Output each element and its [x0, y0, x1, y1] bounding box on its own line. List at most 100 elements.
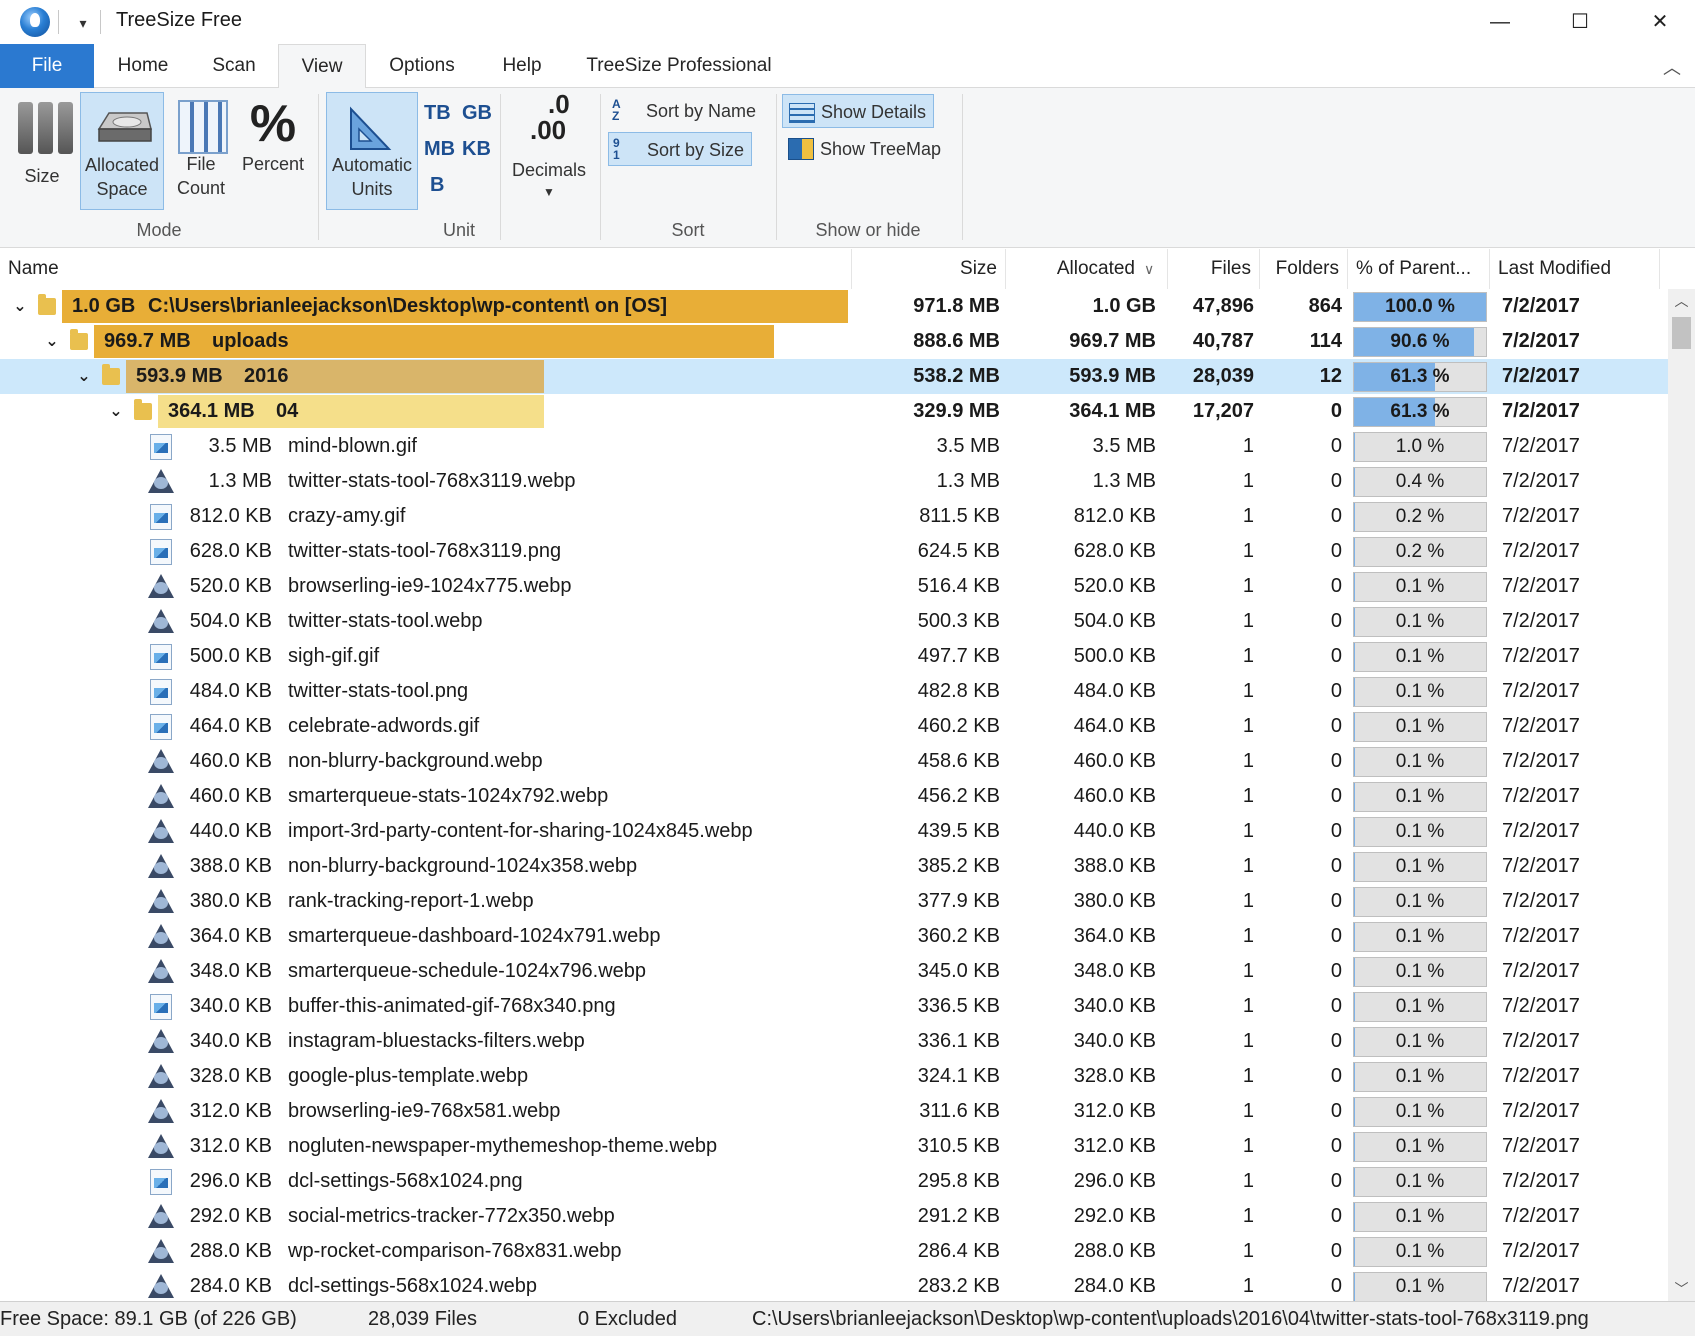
column-files[interactable]: Files — [1168, 249, 1260, 289]
tree-row-file[interactable]: 484.0 KB twitter-stats-tool.png 482.8 KB 48… — [0, 674, 1668, 709]
tree-row-file[interactable]: 500.0 KB sigh-gif.gif 497.7 KB 500.0 KB 1 0 0.… — [0, 639, 1668, 674]
tree-row-file[interactable]: 312.0 KB nogluten-newspaper-mythemeshop-t… — [0, 1129, 1668, 1164]
tree-row-file[interactable]: 312.0 KB browserling-ie9-768x581.webp 311.… — [0, 1094, 1668, 1129]
tab-help[interactable]: Help — [480, 44, 564, 88]
percent-button[interactable]: % Percent — [236, 92, 310, 212]
collapse-ribbon-icon[interactable]: ︿ — [1663, 54, 1681, 80]
unit-tb-button[interactable]: TB — [424, 102, 451, 125]
files-count: 1 — [1242, 540, 1254, 562]
tree-row-file[interactable]: 460.0 KB smarterqueue-stats-1024x792.webp… — [0, 779, 1668, 814]
minimize-button[interactable]: — — [1460, 0, 1540, 44]
tree-row-file[interactable]: 440.0 KB import-3rd-party-content-for-sha… — [0, 814, 1668, 849]
tab-scan[interactable]: Scan — [192, 44, 276, 88]
sort-by-size-button[interactable]: 91 Sort by Size — [608, 132, 752, 166]
file-size-label: 504.0 KB — [189, 610, 272, 632]
tree-row-file[interactable]: 340.0 KB buffer-this-animated-gif-768x340… — [0, 989, 1668, 1024]
size-value: 295.8 KB — [917, 1170, 1000, 1192]
allocated-value: 328.0 KB — [1073, 1065, 1156, 1087]
folders-count: 0 — [1330, 855, 1342, 877]
scroll-up-icon[interactable]: ︿ — [1668, 289, 1695, 313]
tab-home[interactable]: Home — [100, 44, 186, 88]
tree-row-file[interactable]: 288.0 KB wp-rocket-comparison-768x831.web… — [0, 1234, 1668, 1269]
file-size-label: 464.0 KB — [189, 715, 272, 737]
last-modified: 7/2/2017 — [1502, 1240, 1580, 1262]
tree-row-file[interactable]: 380.0 KB rank-tracking-report-1.webp 377.9… — [0, 884, 1668, 919]
chevron-down-icon[interactable]: ⌄ — [10, 289, 30, 324]
tree-row-folder[interactable]: ⌄ 1.0 GB C:\Users\brianleejackson\Desktop\… — [0, 289, 1668, 324]
tree-row-file[interactable]: 464.0 KB celebrate-adwords.gif 460.2 KB 464… — [0, 709, 1668, 744]
tab-options[interactable]: Options — [374, 44, 470, 88]
bars-icon — [18, 102, 76, 154]
folder-icon — [102, 364, 120, 385]
unit-gb-button[interactable]: GB — [462, 102, 492, 125]
size-value: 439.5 KB — [917, 820, 1000, 842]
column-percent[interactable]: % of Parent... — [1348, 249, 1490, 289]
folders-count: 0 — [1330, 750, 1342, 772]
allocated-space-button[interactable]: Allocated Space — [80, 92, 164, 210]
scroll-thumb[interactable] — [1672, 317, 1691, 349]
tree-row-file[interactable]: 628.0 KB twitter-stats-tool-768x3119.png 6… — [0, 534, 1668, 569]
tree-row-file[interactable]: 364.0 KB smarterqueue-dashboard-1024x791.… — [0, 919, 1668, 954]
tree-row-file[interactable]: 284.0 KB dcl-settings-568x1024.webp 283.2 … — [0, 1269, 1668, 1301]
app-logo-icon[interactable] — [20, 7, 50, 37]
show-treemap-button[interactable]: Show TreeMap — [782, 132, 952, 166]
file-size-label: 328.0 KB — [189, 1065, 272, 1087]
chevron-down-icon[interactable]: ⌄ — [74, 359, 94, 394]
chevron-down-icon[interactable]: ⌄ — [106, 394, 126, 429]
show-details-button[interactable]: Show Details — [782, 94, 934, 128]
tree-row-file[interactable]: 292.0 KB social-metrics-tracker-772x350.w… — [0, 1199, 1668, 1234]
sort-by-name-button[interactable]: AZ Sort by Name — [608, 94, 768, 128]
close-button[interactable]: ✕ — [1620, 0, 1695, 44]
tree-row-file[interactable]: 520.0 KB browserling-ie9-1024x775.webp 516… — [0, 569, 1668, 604]
percent-value: 1.0 % — [1395, 436, 1445, 457]
tree-row-folder[interactable]: ⌄ 364.1 MB 04 329.9 MB 364.1 MB 17,207 0 61.3 %… — [0, 394, 1668, 429]
chevron-down-icon[interactable]: ⌄ — [42, 324, 62, 359]
column-last-modified[interactable]: Last Modified — [1490, 249, 1660, 289]
files-count: 1 — [1242, 785, 1254, 807]
allocated-value: 284.0 KB — [1073, 1275, 1156, 1297]
tree-row-file[interactable]: 3.5 MB mind-blown.gif 3.5 MB 3.5 MB 1 0 1.0 % 7… — [0, 429, 1668, 464]
column-size[interactable]: Size — [852, 249, 1006, 289]
file-count-button[interactable]: File Count — [168, 92, 234, 212]
tree-row-folder[interactable]: ⌄ 593.9 MB 2016 538.2 MB 593.9 MB 28,039 12 61.… — [0, 359, 1668, 394]
column-name[interactable]: Name — [0, 249, 852, 289]
automatic-units-button[interactable]: Automatic Units — [326, 92, 418, 210]
tree-row-file[interactable]: 1.3 MB twitter-stats-tool-768x3119.webp 1.… — [0, 464, 1668, 499]
tree-row-file[interactable]: 296.0 KB dcl-settings-568x1024.png 295.8 K… — [0, 1164, 1668, 1199]
tree-row-file[interactable]: 348.0 KB smarterqueue-schedule-1024x796.w… — [0, 954, 1668, 989]
percent-bar: 0.1 % — [1353, 572, 1487, 602]
quick-access-dropdown-icon[interactable]: ▾ — [72, 12, 94, 34]
files-count: 1 — [1242, 960, 1254, 982]
unit-kb-button[interactable]: KB — [462, 138, 491, 161]
status-path: C:\Users\brianleejackson\Desktop\wp-cont… — [752, 1308, 1589, 1330]
vertical-scrollbar[interactable]: ︿ ﹀ — [1668, 289, 1695, 1301]
allocated-value: 292.0 KB — [1073, 1205, 1156, 1227]
tree-row-folder[interactable]: ⌄ 969.7 MB uploads 888.6 MB 969.7 MB 40,787 11… — [0, 324, 1668, 359]
tree-row-file[interactable]: 504.0 KB twitter-stats-tool.webp 500.3 KB 5… — [0, 604, 1668, 639]
unit-mb-button[interactable]: MB — [424, 138, 455, 161]
decimals-button[interactable]: .0 .00 Decimals ▼ — [504, 91, 594, 212]
webp-file-icon — [148, 469, 174, 493]
percent-bar: 0.4 % — [1353, 467, 1487, 497]
tab-file[interactable]: File — [0, 44, 94, 88]
size-mode-button[interactable]: Size — [4, 92, 80, 212]
tab-treesize-professional[interactable]: TreeSize Professional — [574, 44, 784, 88]
folders-count: 0 — [1330, 505, 1342, 527]
status-free-space: Free Space: 89.1 GB (of 226 GB) — [0, 1308, 297, 1330]
status-files: 28,039 Files — [368, 1308, 477, 1330]
unit-b-button[interactable]: B — [430, 174, 444, 197]
column-folders[interactable]: Folders — [1260, 249, 1348, 289]
files-count: 1 — [1242, 1275, 1254, 1297]
file-name: smarterqueue-schedule-1024x796.webp — [288, 960, 647, 982]
tree-list[interactable]: ⌄ 1.0 GB C:\Users\brianleejackson\Desktop\… — [0, 289, 1668, 1301]
divider — [58, 10, 59, 34]
maximize-button[interactable]: ☐ — [1540, 0, 1620, 44]
tree-row-file[interactable]: 812.0 KB crazy-amy.gif 811.5 KB 812.0 KB 1 0 0… — [0, 499, 1668, 534]
tree-row-file[interactable]: 340.0 KB instagram-bluestacks-filters.web… — [0, 1024, 1668, 1059]
tree-row-file[interactable]: 328.0 KB google-plus-template.webp 324.1 K… — [0, 1059, 1668, 1094]
tab-view[interactable]: View — [278, 44, 366, 89]
last-modified: 7/2/2017 — [1502, 575, 1580, 597]
tree-row-file[interactable]: 388.0 KB non-blurry-background-1024x358.w… — [0, 849, 1668, 884]
scroll-down-icon[interactable]: ﹀ — [1668, 1277, 1695, 1301]
tree-row-file[interactable]: 460.0 KB non-blurry-background.webp 458.6 … — [0, 744, 1668, 779]
